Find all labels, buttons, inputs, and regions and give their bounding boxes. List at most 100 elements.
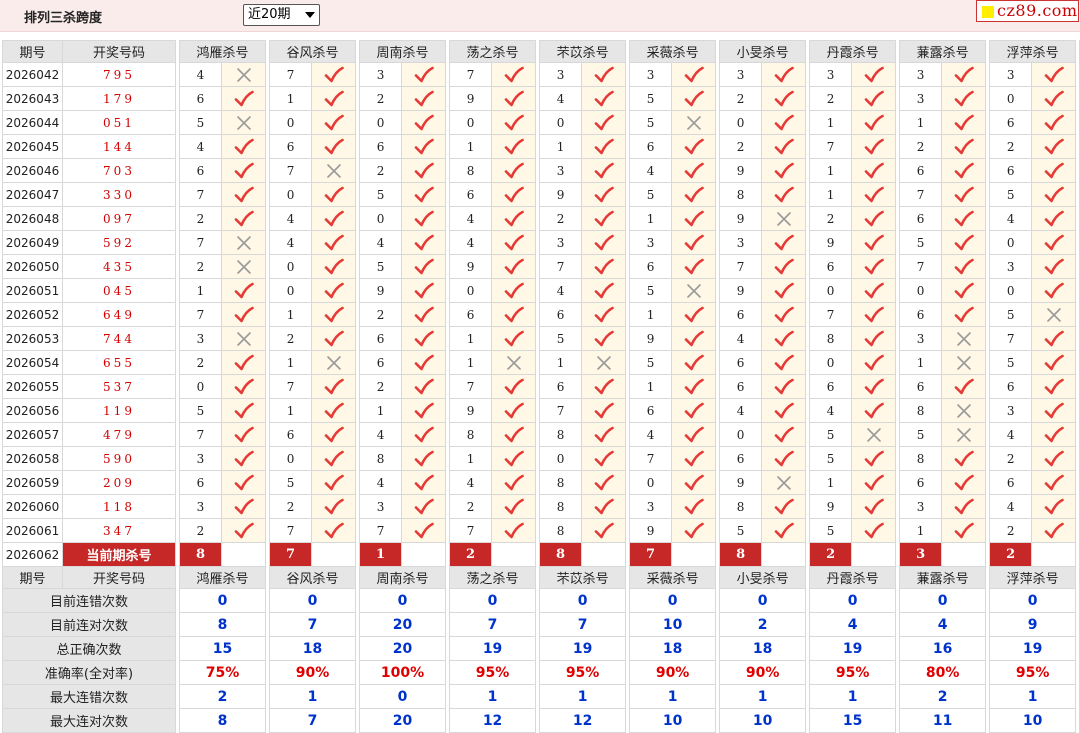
result-correct [311,302,357,327]
check-icon [673,258,715,276]
kill-number: 6 [269,422,313,447]
result-correct [401,62,447,87]
table-row: 202604279547373333339 [2,62,1080,87]
check-icon [943,138,985,156]
result-correct [311,278,357,303]
result-correct [851,182,897,207]
result-correct [1031,182,1077,207]
result-correct [401,446,447,471]
kill-number: 3 [809,62,853,87]
check-icon [313,234,355,252]
kill-number: 0 [989,278,1033,303]
result-correct [220,206,267,231]
current-kill-empty [671,542,717,567]
check-icon [313,258,355,276]
check-icon [403,234,445,252]
kill-number: 4 [539,278,583,303]
result-correct [491,86,537,111]
summary-value: 10 [719,708,807,733]
result-correct [220,446,267,471]
check-icon [313,330,355,348]
result-correct [220,86,267,111]
kill-number: 8 [449,158,493,183]
table-row: 202605104510904590009 [2,278,1080,303]
check-icon [583,330,625,348]
check-icon [853,330,895,348]
kill-number: 4 [359,422,403,447]
kill-number: 6 [359,326,403,351]
table-row: 202604405150000501168 [2,110,1080,135]
cross-icon [223,234,265,252]
kill-number: 9 [359,278,403,303]
header-expert: 采薇杀号 [629,566,717,589]
kill-number: 9 [719,470,763,495]
kill-number: 7 [899,254,943,279]
check-icon [403,354,445,372]
result-correct [851,206,897,231]
check-icon [493,474,535,492]
summary-value: 4 [899,612,987,637]
kill-number: 2 [719,134,763,159]
check-icon [763,186,805,204]
check-icon [1033,114,1075,132]
result-correct [941,206,987,231]
kill-number: 5 [629,182,673,207]
check-icon [1033,138,1075,156]
result-wrong [761,206,807,231]
result-wrong [1031,302,1077,327]
check-icon [493,450,535,468]
current-kill-empty [581,542,627,567]
check-icon [673,498,715,516]
kill-number: 5 [179,398,222,423]
period-select[interactable]: 近20期 [243,4,320,26]
header-expert: 小旻杀号 [719,566,807,589]
cross-icon [673,114,715,132]
summary-value: 2 [178,684,267,709]
summary-value: 1 [269,684,357,709]
site-logo[interactable]: cz89.com [976,0,1079,22]
header-row: 期号 开奖号码 鸿雁杀号 谷风杀号 周南杀号 荡之杀号 芣苡杀号 采薇杀号 小旻杀号 丹霞杀号 蒹露… [2,40,1080,63]
result-correct [941,470,987,495]
result-correct [220,374,267,399]
kill-number: 1 [449,326,493,351]
current-kill-number: 7 [269,542,313,567]
result-correct [761,494,807,519]
result-correct [311,254,357,279]
result-correct [581,446,627,471]
issue-number: 2026060 [2,494,63,519]
draw-number: 209 [62,470,176,495]
summary-value: 95% [989,660,1077,685]
result-correct [671,422,717,447]
result-correct [491,470,537,495]
kill-number: 0 [809,278,853,303]
kill-number: 7 [179,422,222,447]
check-icon [403,90,445,108]
check-icon [763,306,805,324]
header-expert: 小旻杀号 [719,40,807,63]
kill-number: 2 [449,494,493,519]
check-icon [493,138,535,156]
kill-number: 0 [719,422,763,447]
summary-value: 10 [629,708,717,733]
result-correct [941,134,987,159]
result-correct [1031,230,1077,255]
summary-value: 18 [269,636,357,661]
check-icon [403,402,445,420]
table-row: 202605611951197644839 [2,398,1080,423]
kill-number: 8 [449,422,493,447]
result-wrong [581,350,627,375]
cross-icon [763,210,805,228]
check-icon [223,402,265,420]
kill-number: 6 [719,446,763,471]
check-icon [583,162,625,180]
summary-value: 20 [359,612,447,637]
result-wrong [491,350,537,375]
header-expert: 丹霞杀号 [809,566,897,589]
summary-label: 最大连错次数 [2,684,176,709]
kill-number: 9 [809,494,853,519]
kill-number: 6 [359,350,403,375]
result-correct [220,422,267,447]
kill-number: 7 [539,398,583,423]
header-expert: 芣苡杀号 [539,566,627,589]
cross-icon [853,426,895,444]
